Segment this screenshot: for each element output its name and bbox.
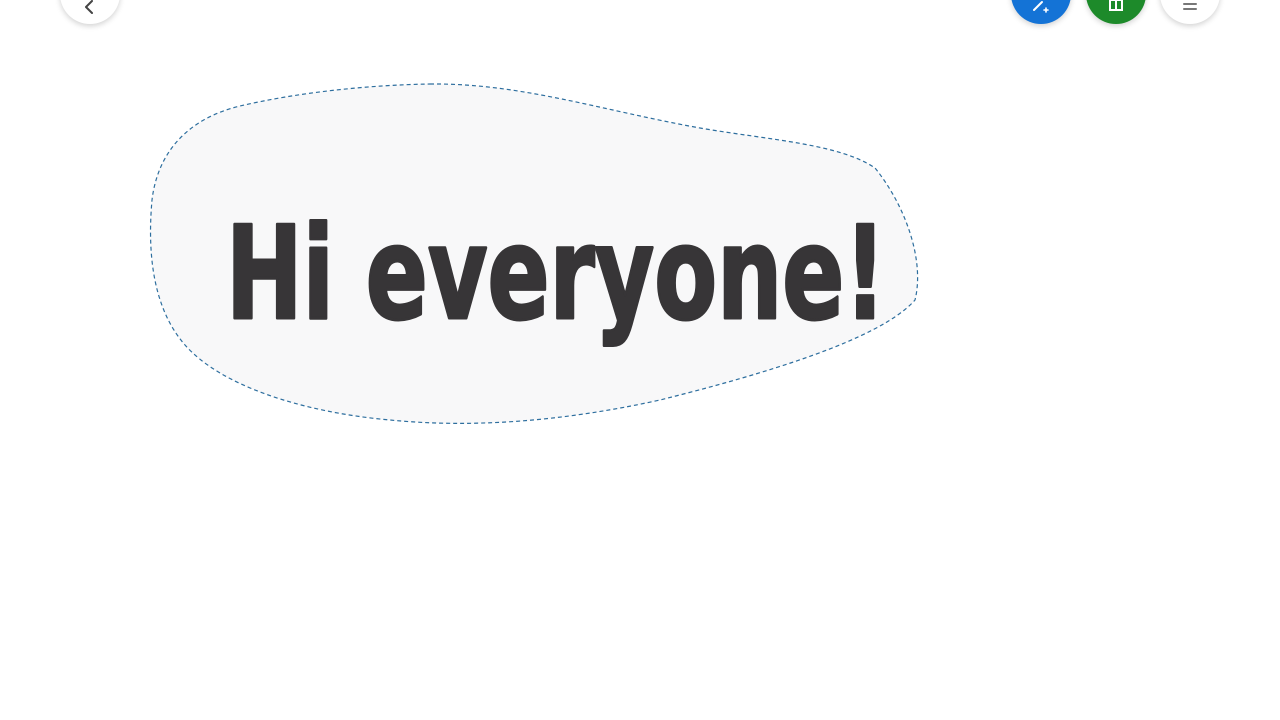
drawing-canvas[interactable]: Hi everyone! (0, 0, 1280, 720)
handwritten-ink[interactable]: Hi everyone! (225, 199, 888, 351)
whiteboard-screen: Hi everyone! (0, 0, 1280, 720)
